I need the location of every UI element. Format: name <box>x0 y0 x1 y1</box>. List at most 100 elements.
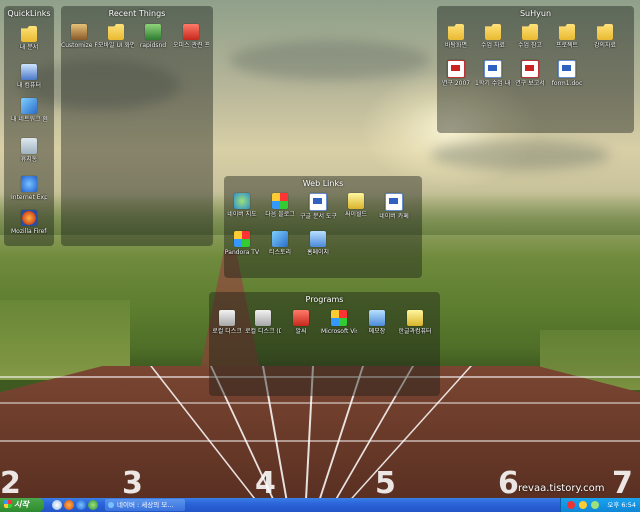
fence-title: Programs <box>305 295 344 304</box>
track-line <box>0 402 640 404</box>
web-link-shortcut[interactable]: 싸이월드 <box>338 193 374 218</box>
people-icon <box>71 24 87 40</box>
firefox-quicklaunch-icon[interactable] <box>64 500 74 510</box>
mobile-ui-folder[interactable]: 모바일 UI 화면 <box>98 24 134 49</box>
my-documents-shortcut[interactable]: 내 문서 <box>11 26 47 51</box>
notepad-icon <box>369 310 385 326</box>
recycle-bin-icon <box>21 138 37 154</box>
customize-fences-shortcut[interactable]: Customize Fences <box>61 24 97 49</box>
icon-label: 내 네트워크 환경 <box>11 116 47 123</box>
tray-app-icon[interactable] <box>567 501 575 509</box>
folder-icon <box>485 24 501 40</box>
local-disk-c-shortcut[interactable]: 로컬 디스크 <box>209 310 245 335</box>
office-programs-shortcut[interactable]: 오피스 관련 프로그램 <box>173 24 209 49</box>
network-places-shortcut[interactable]: 내 네트워크 환경 <box>11 98 47 123</box>
icon-label: 메모장 <box>368 328 386 335</box>
fence-title: QuickLinks <box>7 9 51 18</box>
web-link-shortcut[interactable]: 다음 블로그 <box>262 193 298 218</box>
lane-number: 3 <box>122 466 143 498</box>
tray-volume-icon[interactable] <box>579 501 587 509</box>
windows-flag-icon <box>4 500 12 508</box>
folder-icon <box>448 24 464 40</box>
suhyun-fence[interactable]: SuHyun 바탕화면 수업 자료 수업 참고 프로젝트 강의자료 연구 200… <box>437 6 634 133</box>
doc-link-icon <box>309 193 327 211</box>
my-computer-icon <box>21 64 37 80</box>
lane-number: 7 <box>612 466 633 498</box>
multicolor-icon <box>234 231 250 247</box>
lane-number: 2 <box>0 466 21 498</box>
web-link-shortcut[interactable]: 홈페이지 <box>300 231 336 256</box>
start-button[interactable]: 시작 <box>0 498 44 512</box>
icon-label: 알씨 <box>295 328 307 335</box>
recent-things-fence[interactable]: Recent Things Customize Fences 모바일 UI 화면… <box>61 6 213 246</box>
lane-number: 4 <box>255 466 276 498</box>
icon-label: rapidsnd <box>139 42 167 49</box>
class-material-folder[interactable]: 수업 자료 <box>475 24 511 49</box>
class-reference-folder[interactable]: 수업 참고 <box>512 24 548 49</box>
rapidsnd-shortcut[interactable]: rapidsnd <box>135 24 171 49</box>
recycle-bin-shortcut[interactable]: 휴지통 <box>11 138 47 163</box>
web-link-shortcut[interactable]: 네이버 지도 <box>224 193 260 218</box>
ie-quicklaunch-icon[interactable] <box>76 500 86 510</box>
visual-cpp-shortcut[interactable]: Microsoft Visual C++ <box>321 310 357 335</box>
form1-doc-file[interactable]: form1.doc <box>549 60 585 87</box>
icon-label: Microsoft Visual C++ <box>321 328 357 335</box>
system-tray: 오후 6:54 <box>560 498 640 512</box>
internet-explorer-icon <box>21 176 37 192</box>
firefox-shortcut[interactable]: Mozilla Firefox <box>11 210 47 235</box>
web-link-shortcut[interactable]: 네이버 카페 <box>376 193 412 220</box>
quicklinks-fence[interactable]: QuickLinks 내 문서 내 컴퓨터 내 네트워크 환경 휴지통 Inte… <box>4 6 54 246</box>
fence-title: Recent Things <box>108 9 166 18</box>
icon-label: 강의자료 <box>593 42 617 49</box>
icon-label: 싸이월드 <box>344 211 368 218</box>
icon-label: Mozilla Firefox <box>11 228 47 235</box>
icon-label: 프로젝트 <box>555 42 579 49</box>
notepad-shortcut[interactable]: 메모장 <box>359 310 395 335</box>
desktop-folder[interactable]: 바탕화면 <box>438 24 474 49</box>
multicolor-icon <box>272 193 288 209</box>
icon-label: 1학기 수업 내용 정리 <box>475 80 511 87</box>
taskbar-window-button[interactable]: 네이버 : 세상의 모... <box>105 499 185 511</box>
internet-explorer-shortcut[interactable]: Internet Explorer <box>11 176 47 201</box>
fence-title: Web Links <box>302 179 344 188</box>
pdf-icon <box>521 60 539 78</box>
show-desktop-icon[interactable] <box>52 500 62 510</box>
project-folder[interactable]: 프로젝트 <box>549 24 585 49</box>
alsee-shortcut[interactable]: 알씨 <box>283 310 319 335</box>
folder-icon <box>108 24 124 40</box>
watermark-text: revaa.tistory.com <box>518 483 605 494</box>
cloud <box>430 140 610 170</box>
heart-icon <box>310 231 326 247</box>
semester-notes-file[interactable]: 1학기 수업 내용 정리 <box>475 60 511 87</box>
icon-label: 수업 참고 <box>518 42 542 49</box>
icon-label: 네이버 지도 <box>227 211 257 218</box>
drive-icon <box>219 310 235 326</box>
web-link-shortcut[interactable]: 티스토리 <box>262 231 298 256</box>
web-link-shortcut[interactable]: Pandora TV <box>224 231 260 256</box>
research-report-file[interactable]: 연구 보고서 <box>512 60 548 87</box>
red-app-icon <box>293 310 309 326</box>
icon-label: 연구 보고서 <box>515 80 545 87</box>
lecture-folder[interactable]: 강의자료 <box>587 24 623 49</box>
programs-fence[interactable]: Programs 로컬 디스크 로컬 디스크 (D:) 알씨 Microsoft… <box>209 292 440 396</box>
icon-label: 네이버 카페 <box>379 213 409 220</box>
my-computer-shortcut[interactable]: 내 컴퓨터 <box>11 64 47 89</box>
web-links-fence[interactable]: Web Links 네이버 지도 다음 블로그 구글 문서 도구 싸이월드 네이… <box>224 176 422 278</box>
word-document-icon <box>385 193 403 211</box>
messenger-quicklaunch-icon[interactable] <box>88 500 98 510</box>
my-documents-icon <box>21 26 37 42</box>
web-link-shortcut[interactable]: 구글 문서 도구 <box>300 193 336 220</box>
icon-label: 바탕화면 <box>444 42 468 49</box>
icon-label: 오피스 관련 프로그램 <box>173 42 209 49</box>
tray-network-icon[interactable] <box>591 501 599 509</box>
research-2007-file[interactable]: 연구 2007 <box>438 60 474 87</box>
globe-icon <box>234 193 250 209</box>
icon-label: 구글 문서 도구 <box>300 213 336 220</box>
firefox-icon <box>21 210 37 226</box>
taskbar: 시작 네이버 : 세상의 모... 오후 6:54 <box>0 498 640 512</box>
multicolor-icon <box>331 310 347 326</box>
network-places-icon <box>272 231 288 247</box>
local-disk-d-shortcut[interactable]: 로컬 디스크 (D:) <box>245 310 281 335</box>
hancom-shortcut[interactable]: 한글과컴퓨터 <box>397 310 433 335</box>
folder-icon <box>597 24 613 40</box>
